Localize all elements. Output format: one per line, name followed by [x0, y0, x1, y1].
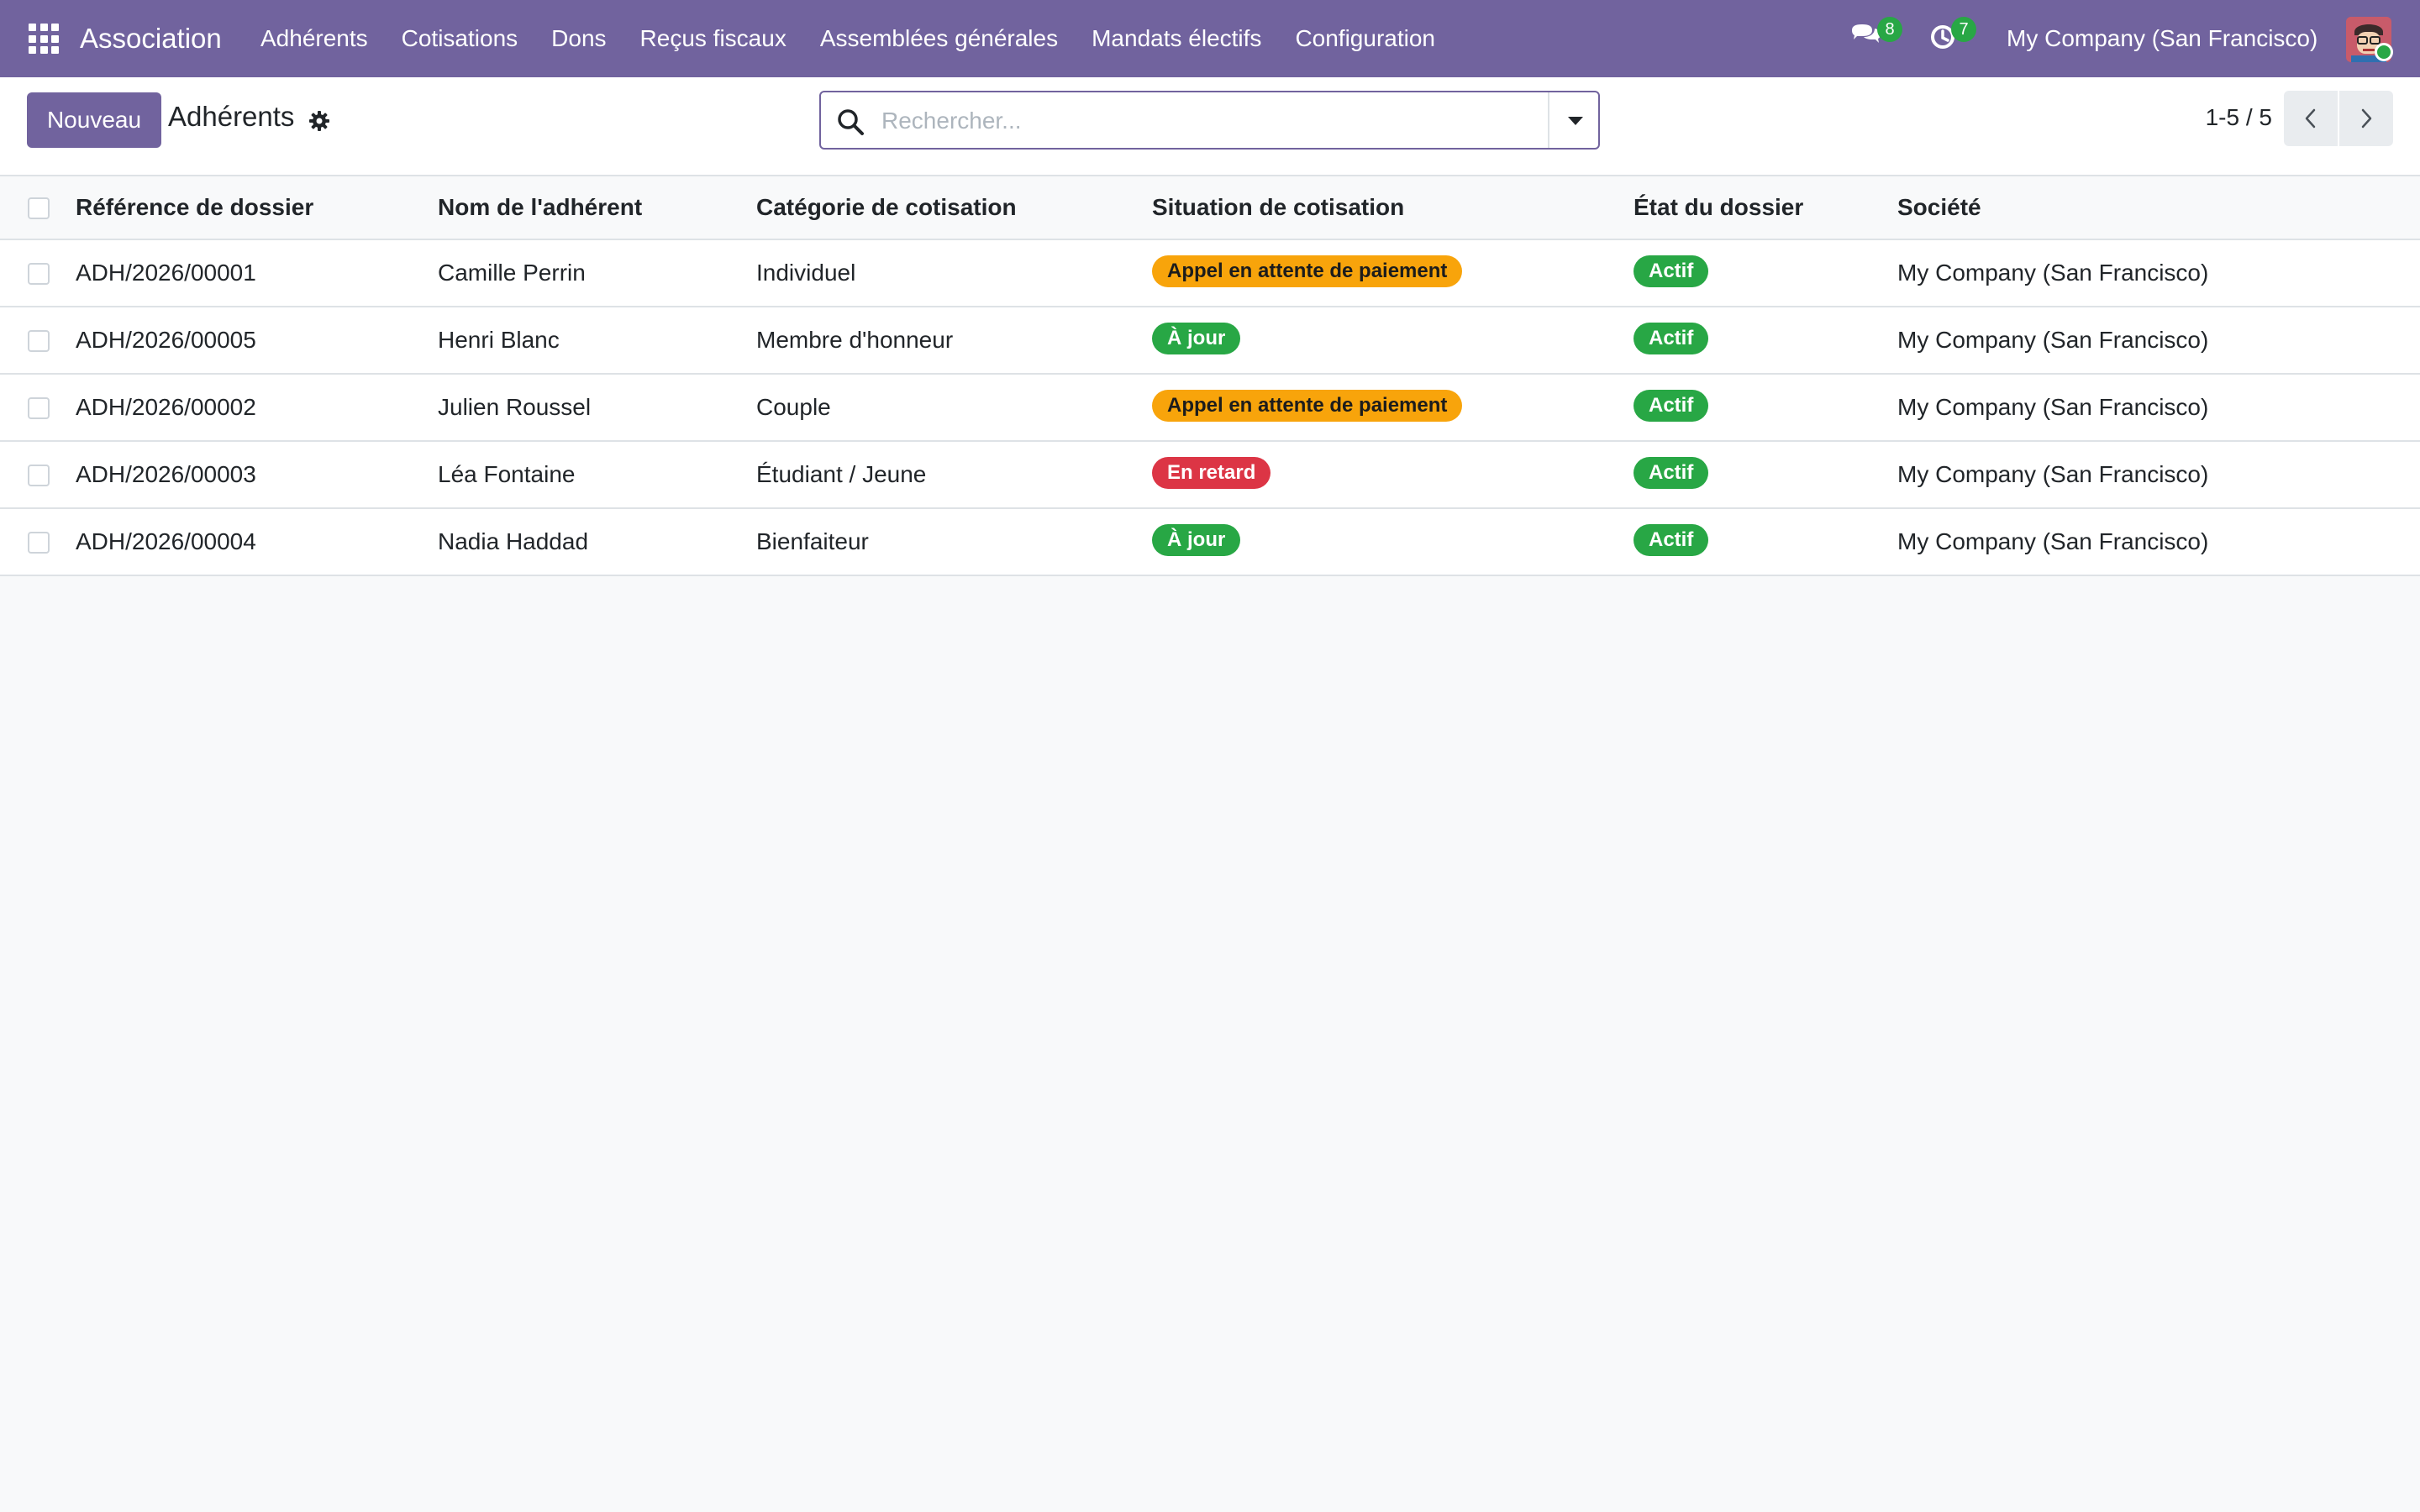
cell-category: Couple: [756, 394, 831, 420]
control-panel: Nouveau Adhérents Rechercher... 1-5 / 5: [0, 77, 2420, 176]
cell-name: Camille Perrin: [438, 260, 586, 286]
state-badge: Actif: [1634, 524, 1709, 556]
select-all-checkbox[interactable]: [28, 197, 50, 219]
cell-state: Actif: [1634, 442, 1709, 507]
cell-situation: Appel en attente de paiement: [1152, 240, 1463, 306]
cell-situation: À jour: [1152, 509, 1241, 575]
state-badge: Actif: [1634, 390, 1709, 422]
table-row[interactable]: ADH/2026/00004 Nadia Haddad Bienfaiteur …: [0, 509, 2420, 576]
cell-reference: ADH/2026/00005: [76, 327, 256, 353]
menu-item-cotisations[interactable]: Cotisations: [402, 0, 518, 77]
situation-badge: À jour: [1152, 524, 1241, 556]
cell-situation: En retard: [1152, 442, 1271, 507]
table-row[interactable]: ADH/2026/00003 Léa Fontaine Étudiant / J…: [0, 442, 2420, 509]
cell-reference: ADH/2026/00002: [76, 394, 256, 420]
table-row[interactable]: ADH/2026/00001 Camille Perrin Individuel…: [0, 240, 2420, 307]
situation-badge: En retard: [1152, 457, 1271, 489]
cell-name: Léa Fontaine: [438, 461, 576, 487]
cell-company: My Company (San Francisco): [1897, 260, 2209, 286]
app-name[interactable]: Association: [80, 0, 222, 77]
gear-icon[interactable]: [308, 109, 331, 133]
top-navbar: Association Adhérents Cotisations Dons R…: [0, 0, 2420, 77]
online-status-dot: [2375, 43, 2393, 61]
main-menu: Adhérents Cotisations Dons Reçus fiscaux…: [260, 0, 1469, 77]
search-box: [819, 91, 1600, 150]
situation-badge: À jour: [1152, 323, 1241, 354]
cell-reference: ADH/2026/00004: [76, 528, 256, 554]
cell-state: Actif: [1634, 375, 1709, 440]
caret-down-icon: [1568, 117, 1583, 125]
company-switcher[interactable]: My Company (San Francisco): [2007, 0, 2317, 77]
chevron-right-icon: [2361, 108, 2372, 129]
row-checkbox[interactable]: [28, 397, 50, 419]
menu-item-assemblees-generales[interactable]: Assemblées générales: [820, 0, 1058, 77]
column-header-name[interactable]: Nom de l'adhérent: [438, 176, 642, 239]
cell-situation: Appel en attente de paiement: [1152, 375, 1463, 440]
table-row[interactable]: ADH/2026/00002 Julien Roussel Couple App…: [0, 375, 2420, 442]
chevron-left-icon: [2305, 108, 2316, 129]
cell-name: Henri Blanc: [438, 327, 560, 353]
cell-company: My Company (San Francisco): [1897, 394, 2209, 420]
pager-next-button[interactable]: [2339, 91, 2393, 146]
new-button[interactable]: Nouveau: [27, 92, 161, 148]
situation-badge: Appel en attente de paiement: [1152, 255, 1463, 287]
cell-category: Étudiant / Jeune: [756, 461, 927, 487]
apps-grid-icon[interactable]: [29, 24, 59, 54]
state-badge: Actif: [1634, 457, 1709, 489]
activities-count-badge: 7: [1951, 17, 1976, 42]
messages-count-badge: 8: [1877, 17, 1902, 42]
cell-situation: À jour: [1152, 307, 1241, 373]
cell-state: Actif: [1634, 240, 1709, 306]
state-badge: Actif: [1634, 255, 1709, 287]
table-header: Référence de dossier Nom de l'adhérent C…: [0, 176, 2420, 240]
cell-reference: ADH/2026/00003: [76, 461, 256, 487]
search-icon: [836, 108, 865, 136]
state-badge: Actif: [1634, 323, 1709, 354]
row-checkbox[interactable]: [28, 330, 50, 352]
row-checkbox[interactable]: [28, 263, 50, 285]
column-header-state[interactable]: État du dossier: [1634, 176, 1803, 239]
menu-item-dons[interactable]: Dons: [551, 0, 606, 77]
cell-company: My Company (San Francisco): [1897, 327, 2209, 353]
column-header-reference[interactable]: Référence de dossier: [76, 176, 313, 239]
cell-company: My Company (San Francisco): [1897, 528, 2209, 554]
menu-item-mandats-electifs[interactable]: Mandats électifs: [1092, 0, 1261, 77]
situation-badge: Appel en attente de paiement: [1152, 390, 1463, 422]
cell-category: Bienfaiteur: [756, 528, 869, 554]
menu-item-recus-fiscaux[interactable]: Reçus fiscaux: [640, 0, 786, 77]
list-table: Référence de dossier Nom de l'adhérent C…: [0, 176, 2420, 576]
cell-name: Nadia Haddad: [438, 528, 589, 554]
row-checkbox[interactable]: [28, 465, 50, 486]
cell-state: Actif: [1634, 307, 1709, 373]
pager-previous-button[interactable]: [2284, 91, 2338, 146]
row-checkbox[interactable]: [28, 532, 50, 554]
cell-state: Actif: [1634, 509, 1709, 575]
cell-reference: ADH/2026/00001: [76, 260, 256, 286]
cell-company: My Company (San Francisco): [1897, 461, 2209, 487]
cell-name: Julien Roussel: [438, 394, 592, 420]
search-input[interactable]: [881, 101, 1520, 141]
column-header-company[interactable]: Société: [1897, 176, 1981, 239]
page-title: Adhérents: [168, 101, 295, 132]
menu-item-configuration[interactable]: Configuration: [1295, 0, 1435, 77]
pager-value[interactable]: 1-5 / 5: [2185, 104, 2272, 131]
column-header-category[interactable]: Catégorie de cotisation: [756, 176, 1017, 239]
table-row[interactable]: ADH/2026/00005 Henri Blanc Membre d'honn…: [0, 307, 2420, 375]
cell-category: Membre d'honneur: [756, 327, 954, 353]
column-header-situation[interactable]: Situation de cotisation: [1152, 176, 1404, 239]
cell-category: Individuel: [756, 260, 856, 286]
menu-item-adherents[interactable]: Adhérents: [260, 0, 368, 77]
search-options-toggle[interactable]: [1548, 92, 1598, 148]
